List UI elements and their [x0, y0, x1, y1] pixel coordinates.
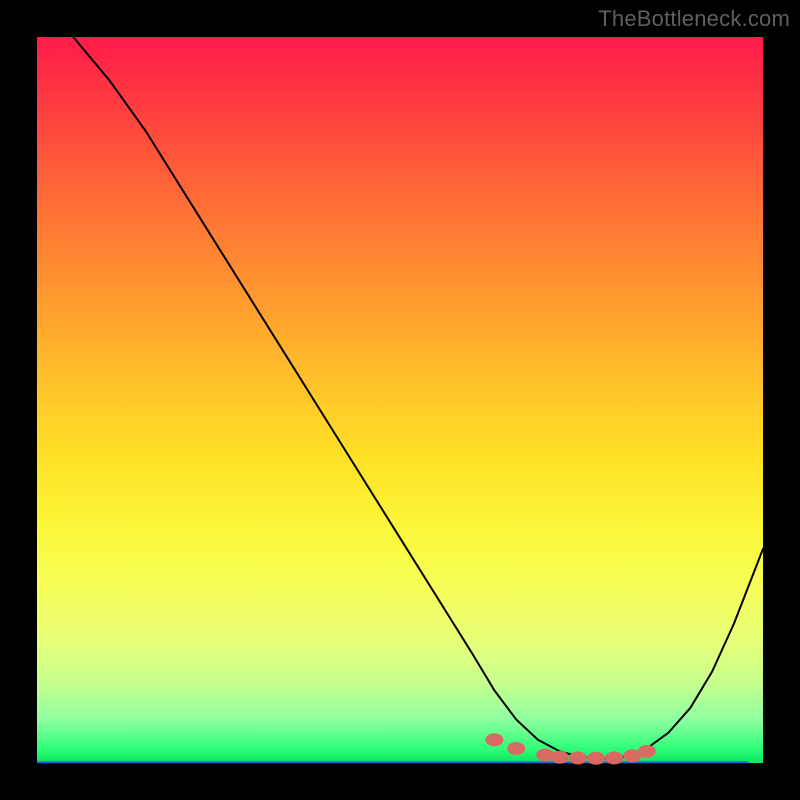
- flat-region-dot: [551, 751, 569, 764]
- flat-region-dot: [569, 751, 587, 764]
- flat-region-dot: [507, 742, 525, 755]
- flat-region-dot: [605, 751, 623, 764]
- chart-svg: [37, 37, 763, 763]
- bottleneck-curve: [73, 37, 763, 759]
- watermark-label: TheBottleneck.com: [598, 6, 790, 32]
- flat-region-dot: [638, 745, 656, 758]
- flat-region-dot: [485, 733, 503, 746]
- plot-area: [37, 37, 763, 763]
- flat-region-dot: [587, 752, 605, 765]
- flat-region-dots: [485, 733, 655, 765]
- chart-frame: TheBottleneck.com: [0, 0, 800, 800]
